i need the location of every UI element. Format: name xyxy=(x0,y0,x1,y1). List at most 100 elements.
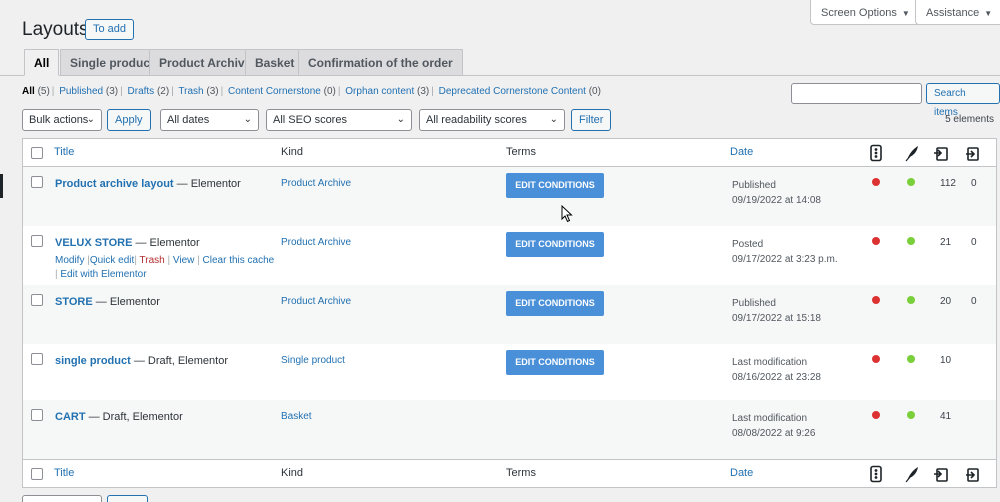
dates-select[interactable]: All dates ⌄ xyxy=(160,109,259,131)
search-button[interactable]: Search items xyxy=(926,83,1000,118)
view-content-cornerstone[interactable]: Content Cornerstone xyxy=(228,86,321,97)
trash-link[interactable]: Trash xyxy=(140,255,165,266)
table-header: Title Kind Terms Date xyxy=(23,139,996,167)
column-terms: Terms xyxy=(506,467,536,479)
page-title: Layouts xyxy=(22,19,89,40)
screen-options-button[interactable]: Screen Options ▼ xyxy=(810,0,921,25)
caret-down-icon: ▼ xyxy=(901,9,910,18)
row-title-link[interactable]: CART xyxy=(55,411,86,423)
edit-conditions-button[interactable]: EDIT CONDITIONS xyxy=(506,173,604,198)
row-title-link[interactable]: VELUX STORE xyxy=(55,237,132,249)
row-checkbox[interactable] xyxy=(31,353,43,365)
incoming-links-icon[interactable] xyxy=(964,144,980,162)
incoming-links-icon[interactable] xyxy=(964,465,980,483)
row-status: Posted xyxy=(732,239,764,250)
mouse-cursor-icon xyxy=(561,205,573,223)
table-footer: Title Kind Terms Date xyxy=(23,459,996,487)
screen-edge-marker xyxy=(0,174,3,198)
readability-score-dot xyxy=(907,296,915,304)
column-kind: Kind xyxy=(281,146,304,158)
view-orphan-content[interactable]: Orphan content xyxy=(345,86,414,97)
row-kind-link[interactable]: Basket xyxy=(281,411,312,422)
bulk-actions-select[interactable]: Bulk actions ⌄ xyxy=(22,109,102,131)
view-all[interactable]: All xyxy=(22,86,35,97)
assistance-button[interactable]: Assistance ▼ xyxy=(915,0,1000,25)
row-status: Last modification xyxy=(732,357,808,368)
clear-cache-link[interactable]: Clear this cache xyxy=(203,255,275,266)
chevron-down-icon: ⌄ xyxy=(549,114,558,125)
outgoing-links-count: 112 xyxy=(940,178,956,189)
column-date[interactable]: Date xyxy=(730,146,753,158)
layouts-table: Title Kind Terms Date Product archive la… xyxy=(22,138,997,488)
seo-score-dot xyxy=(872,411,880,419)
select-all-checkbox[interactable] xyxy=(31,468,43,480)
modify-link[interactable]: Modify xyxy=(55,255,84,266)
seo-score-icon[interactable] xyxy=(868,144,884,162)
tab-all[interactable]: All xyxy=(24,49,60,76)
row-checkbox[interactable] xyxy=(31,294,43,306)
row-checkbox[interactable] xyxy=(31,409,43,421)
edit-conditions-button[interactable]: EDIT CONDITIONS xyxy=(506,232,604,257)
outgoing-links-count: 21 xyxy=(940,237,952,248)
layout-type-tabs: All Single product Product Archive Baske… xyxy=(0,49,1000,76)
row-kind-link[interactable]: Product Archive xyxy=(281,296,351,307)
edit-conditions-button[interactable]: EDIT CONDITIONS xyxy=(506,350,604,375)
row-checkbox[interactable] xyxy=(31,235,43,247)
apply-button[interactable]: Apply xyxy=(107,109,151,131)
chevron-down-icon: ⌄ xyxy=(396,114,405,125)
column-terms: Terms xyxy=(506,146,536,158)
edit-conditions-button[interactable]: EDIT CONDITIONS xyxy=(506,291,604,316)
view-trash[interactable]: Trash xyxy=(178,86,203,97)
column-title[interactable]: Title xyxy=(54,467,74,479)
readability-scores-select[interactable]: All readability scores ⌄ xyxy=(419,109,565,131)
row-date: 08/08/2022 at 9:26 xyxy=(732,428,816,439)
table-row: Product archive layout — Elementor Produ… xyxy=(23,167,996,226)
row-kind-link[interactable]: Product Archive xyxy=(281,178,351,189)
row-date: 09/17/2022 at 3:23 p.m. xyxy=(732,254,838,265)
view-published[interactable]: Published xyxy=(59,86,103,97)
readability-score-icon[interactable] xyxy=(904,144,920,162)
row-title-link[interactable]: STORE xyxy=(55,296,93,308)
bulk-actions-select-bottom[interactable] xyxy=(22,495,102,502)
readability-score-dot xyxy=(907,355,915,363)
seo-score-icon[interactable] xyxy=(868,465,884,483)
search-input[interactable] xyxy=(791,83,922,104)
readability-score-dot xyxy=(907,178,915,186)
readability-score-dot xyxy=(907,411,915,419)
chevron-down-icon: ⌄ xyxy=(243,114,252,125)
seo-score-dot xyxy=(872,237,880,245)
view-link[interactable]: View xyxy=(173,255,195,266)
view-drafts[interactable]: Drafts xyxy=(128,86,155,97)
view-deprecated-cornerstone[interactable]: Deprecated Cornerstone Content xyxy=(439,86,586,97)
row-date: 09/19/2022 at 14:08 xyxy=(732,195,821,206)
column-date[interactable]: Date xyxy=(730,467,753,479)
seo-scores-select[interactable]: All SEO scores ⌄ xyxy=(266,109,412,131)
column-title[interactable]: Title xyxy=(54,146,74,158)
row-kind-link[interactable]: Product Archive xyxy=(281,237,351,248)
select-all-checkbox[interactable] xyxy=(31,147,43,159)
seo-score-dot xyxy=(872,178,880,186)
filter-button[interactable]: Filter xyxy=(571,109,612,131)
tab-basket[interactable]: Basket xyxy=(245,49,305,76)
outgoing-links-icon[interactable] xyxy=(933,465,949,483)
incoming-links-count: 0 xyxy=(971,178,977,189)
outgoing-links-icon[interactable] xyxy=(933,144,949,162)
quick-edit-link[interactable]: Quick edit xyxy=(90,255,134,266)
row-title-link[interactable]: Product archive layout xyxy=(55,178,174,190)
row-kind-link[interactable]: Single product xyxy=(281,355,345,366)
outgoing-links-count: 10 xyxy=(940,355,952,366)
row-checkbox[interactable] xyxy=(31,176,43,188)
edit-with-elementor-link[interactable]: Edit with Elementor xyxy=(60,269,146,280)
apply-button-bottom[interactable] xyxy=(107,495,148,502)
tab-order-confirmation[interactable]: Confirmation of the order xyxy=(298,49,463,76)
readability-score-icon[interactable] xyxy=(904,465,920,483)
row-title-link[interactable]: single product xyxy=(55,355,131,367)
add-new-button[interactable]: To add xyxy=(85,19,135,40)
row-status: Last modification xyxy=(732,413,808,424)
incoming-links-count: 0 xyxy=(971,237,977,248)
row-date: 09/17/2022 at 15:18 xyxy=(732,313,821,324)
outgoing-links-count: 20 xyxy=(940,296,952,307)
outgoing-links-count: 41 xyxy=(940,411,952,422)
row-status: Published xyxy=(732,298,776,309)
seo-score-dot xyxy=(872,355,880,363)
